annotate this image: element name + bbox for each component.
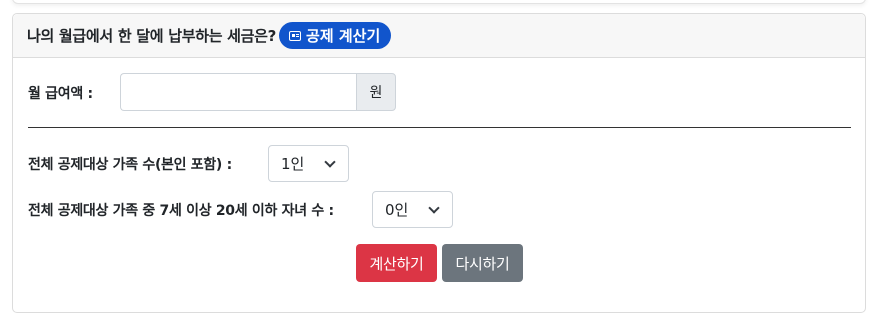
chevron-down-icon (428, 202, 440, 214)
children-count-label: 전체 공제대상 가족 중 7세 이상 20세 이하 자녀 수 : (28, 203, 334, 219)
divider (28, 127, 851, 128)
chevron-down-icon (324, 156, 336, 168)
family-count-select[interactable]: 1인 (268, 145, 349, 182)
header-title: 나의 월급에서 한 달에 납부하는 세금은? (27, 27, 277, 45)
badge-label: 공제 계산기 (306, 27, 381, 45)
deduction-calculator-badge[interactable]: 공제 계산기 (279, 22, 392, 49)
salary-input[interactable] (120, 73, 356, 111)
children-count-select[interactable]: 0인 (372, 191, 453, 228)
family-count-value: 1인 (281, 155, 305, 173)
calculate-button[interactable]: 계산하기 (356, 244, 437, 282)
card-header: 나의 월급에서 한 달에 납부하는 세금은? 공제 계산기 (13, 14, 865, 58)
salary-input-group: 원 (120, 73, 396, 111)
reset-button[interactable]: 다시하기 (442, 244, 523, 282)
salary-unit-addon: 원 (356, 73, 396, 111)
previous-card-edge (12, 0, 866, 4)
children-count-value: 0인 (385, 201, 409, 219)
tax-calculator-card: 나의 월급에서 한 달에 납부하는 세금은? 공제 계산기 월 급여액 : 원 … (12, 13, 866, 313)
salary-label: 월 급여액 : (28, 86, 93, 102)
card-icon (289, 30, 302, 41)
family-count-label: 전체 공제대상 가족 수(본인 포함) : (28, 157, 232, 173)
